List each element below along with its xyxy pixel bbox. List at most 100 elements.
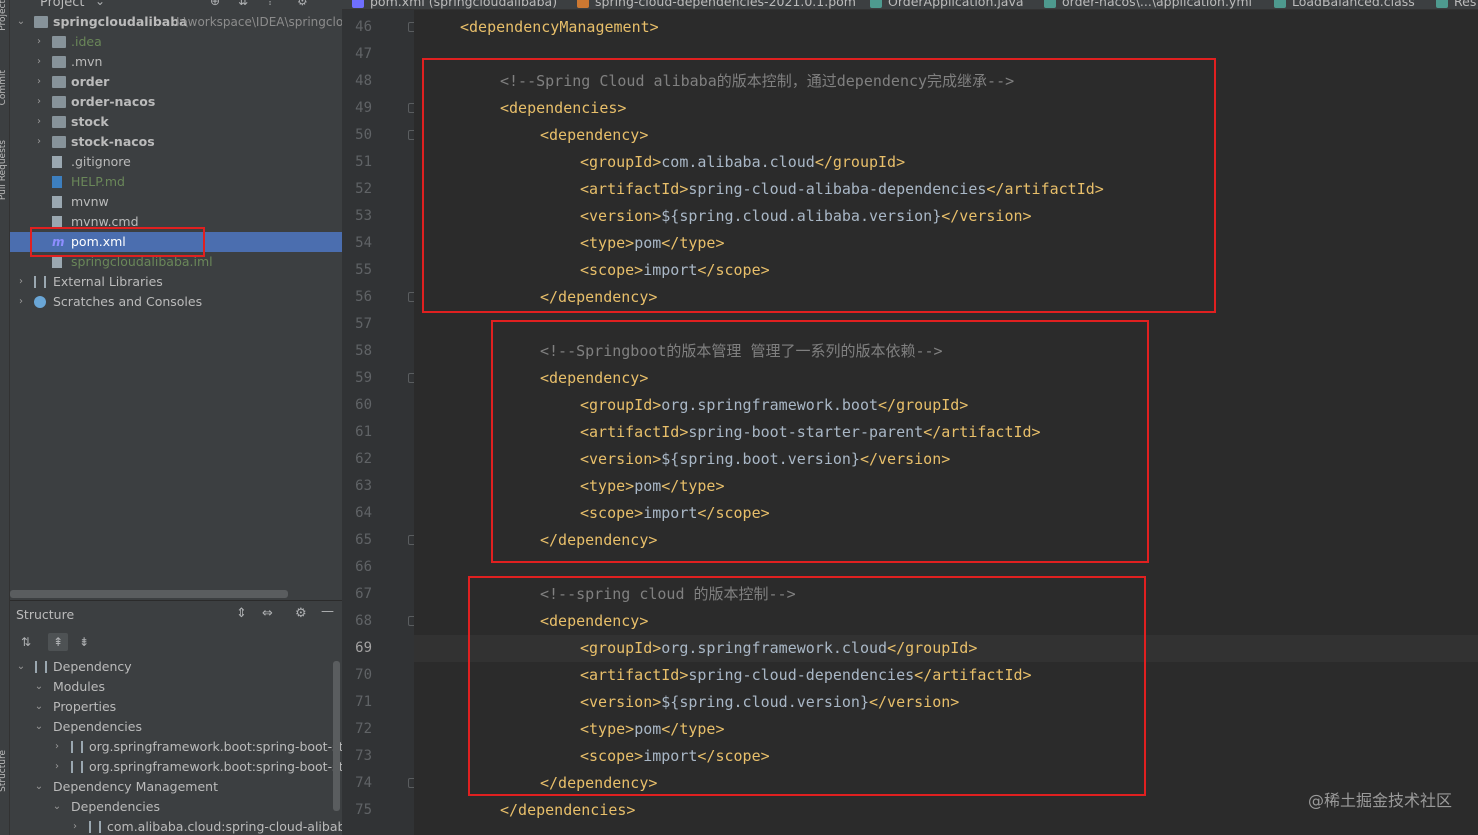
code-line[interactable]: <!--Spring Cloud alibaba的版本控制，通过dependen… <box>414 68 1478 95</box>
code-line[interactable]: <artifactId>spring-cloud-dependencies</a… <box>414 662 1478 689</box>
structure-tree-item[interactable]: ⌄ Properties <box>10 697 342 717</box>
vertical-scrollbar[interactable] <box>333 661 340 811</box>
code-line[interactable]: <version>${spring.cloud.alibaba.version}… <box>414 203 1478 230</box>
code-line[interactable]: <version>${spring.cloud.version}</versio… <box>414 689 1478 716</box>
editor-tab[interactable]: Res <box>1454 0 1476 9</box>
chevron-right-icon[interactable]: › <box>70 817 80 835</box>
code-line[interactable]: <scope>import</scope> <box>414 500 1478 527</box>
editor-tab[interactable]: order-nacos\...\application.yml <box>1062 0 1252 9</box>
code-line[interactable]: <dependency> <box>414 365 1478 392</box>
code-line[interactable]: <scope>import</scope> <box>414 257 1478 284</box>
editor-tab[interactable]: pom.xml (springcloudalibaba) <box>370 0 557 9</box>
structure-tool-tab[interactable]: Structure <box>0 750 8 792</box>
project-tree-item[interactable]: › External Libraries <box>10 272 342 292</box>
structure-tree-item[interactable]: ⌄ Dependencies <box>10 797 342 817</box>
chevron-down-icon[interactable]: ⌄ <box>16 657 26 677</box>
xml-text: org.springframework.boot <box>661 396 879 414</box>
structure-tree-item[interactable]: › org.springframework.boot:spring-boot-st… <box>10 737 342 757</box>
chevron-down-icon[interactable]: ⌄ <box>95 0 105 8</box>
pull-requests-tool-tab[interactable]: Pull Requests <box>0 140 8 200</box>
code-line[interactable]: <type>pom</type> <box>414 716 1478 743</box>
chevron-right-icon[interactable]: › <box>34 52 44 72</box>
code-line[interactable]: <dependency> <box>414 122 1478 149</box>
code-line[interactable]: <groupId>org.springframework.cloud</grou… <box>414 635 1478 662</box>
xml-tag: </artifactId> <box>914 666 1032 684</box>
gear-icon[interactable]: ⚙ <box>295 606 307 621</box>
project-tree-item[interactable]: springcloudalibaba.iml <box>10 252 342 272</box>
expand-icon[interactable]: ⇡ <box>265 0 275 8</box>
navigate-to-source-icon[interactable]: ⇟ <box>74 633 94 651</box>
navigate-from-source-icon[interactable]: ⇞ <box>48 633 68 651</box>
code-line[interactable] <box>414 311 1478 338</box>
code-line[interactable]: <!--spring cloud 的版本控制--> <box>414 581 1478 608</box>
project-tree-item[interactable]: HELP.md <box>10 172 342 192</box>
chevron-down-icon[interactable]: ⌄ <box>34 717 44 737</box>
chevron-down-icon[interactable]: ⌄ <box>16 12 26 32</box>
collapse-all-icon[interactable]: ⇔ <box>262 606 273 621</box>
locate-icon[interactable]: ⊕ <box>210 0 220 8</box>
project-tree-item[interactable]: m pom.xml <box>10 232 342 252</box>
structure-tree-item[interactable]: ⌄ Dependency <box>10 657 342 677</box>
structure-tree-item[interactable]: ⌄ Modules <box>10 677 342 697</box>
chevron-right-icon[interactable]: › <box>52 737 62 757</box>
structure-tree-item[interactable]: › com.alibaba.cloud:spring-cloud-alibaba-… <box>10 817 342 835</box>
code-line[interactable]: <dependencyManagement> <box>414 14 1478 41</box>
code-line[interactable] <box>414 41 1478 68</box>
editor-tab[interactable]: OrderApplication.java <box>888 0 1024 9</box>
code-line[interactable]: <dependency> <box>414 608 1478 635</box>
project-tree-item[interactable]: › stock <box>10 112 342 132</box>
code-line[interactable]: <version>${spring.boot.version}</version… <box>414 446 1478 473</box>
tree-root-row[interactable]: ⌄ springcloudalibaba I:\workspace\IDEA\s… <box>10 12 342 32</box>
gear-icon[interactable]: ⚙ <box>297 0 308 8</box>
project-panel-title[interactable]: Project <box>40 0 84 10</box>
chevron-down-icon[interactable]: ⌄ <box>34 677 44 697</box>
chevron-right-icon[interactable]: › <box>16 292 26 312</box>
project-tree-item[interactable]: › Scratches and Consoles <box>10 292 342 312</box>
code-editor[interactable]: </dependencies> </dependency> <scope>impor… <box>414 10 1478 835</box>
project-tree-item[interactable]: mvnw <box>10 192 342 212</box>
minimize-icon[interactable]: — <box>321 604 334 619</box>
chevron-right-icon[interactable]: › <box>34 92 44 112</box>
chevron-right-icon[interactable]: › <box>34 112 44 132</box>
structure-tree-item[interactable]: ⌄ Dependencies <box>10 717 342 737</box>
code-line[interactable]: <scope>import</scope> <box>414 743 1478 770</box>
code-line[interactable]: <dependencies> <box>414 95 1478 122</box>
code-line[interactable]: <groupId>org.springframework.boot</group… <box>414 392 1478 419</box>
code-line[interactable] <box>414 554 1478 581</box>
code-line[interactable]: </dependency> <box>414 527 1478 554</box>
chevron-right-icon[interactable]: › <box>34 72 44 92</box>
commit-tool-tab[interactable]: Commit <box>0 70 8 105</box>
chevron-right-icon[interactable]: › <box>34 132 44 152</box>
code-line[interactable]: <type>pom</type> <box>414 230 1478 257</box>
code-line[interactable]: <type>pom</type> <box>414 473 1478 500</box>
horizontal-scrollbar[interactable] <box>10 590 288 598</box>
project-tree-item[interactable]: mvnw.cmd <box>10 212 342 232</box>
code-line[interactable]: <!--Springboot的版本管理 管理了一系列的版本依赖--> <box>414 338 1478 365</box>
file-icon <box>52 216 62 228</box>
chevron-right-icon[interactable]: › <box>16 272 26 292</box>
chevron-right-icon[interactable]: › <box>52 757 62 777</box>
project-tree-item[interactable]: › order <box>10 72 342 92</box>
code-line[interactable]: </dependency> <box>414 284 1478 311</box>
project-tree-item[interactable]: › .mvn <box>10 52 342 72</box>
code-line[interactable]: <groupId>com.alibaba.cloud</groupId> <box>414 149 1478 176</box>
xml-tag: <dependency> <box>540 612 649 630</box>
sort-alpha-icon[interactable]: ⇅ <box>16 633 36 651</box>
project-tree-item[interactable]: › stock-nacos <box>10 132 342 152</box>
editor-tab[interactable]: spring-cloud-dependencies-2021.0.1.pom <box>595 0 856 9</box>
collapse-all-icon[interactable]: ⇊ <box>238 0 248 8</box>
project-tree-item[interactable]: .gitignore <box>10 152 342 172</box>
structure-tree-item[interactable]: ⌄ Dependency Management <box>10 777 342 797</box>
chevron-down-icon[interactable]: ⌄ <box>34 777 44 797</box>
code-line[interactable]: <artifactId>spring-boot-starter-parent</… <box>414 419 1478 446</box>
code-line[interactable]: <artifactId>spring-cloud-alibaba-depende… <box>414 176 1478 203</box>
editor-tab[interactable]: LoadBalanced.class <box>1292 0 1415 9</box>
chevron-down-icon[interactable]: ⌄ <box>52 797 62 817</box>
chevron-down-icon[interactable]: ⌄ <box>34 697 44 717</box>
structure-tree-item[interactable]: › org.springframework.boot:spring-boot-st… <box>10 757 342 777</box>
expand-all-icon[interactable]: ⇕ <box>236 606 247 621</box>
project-tool-tab[interactable]: Project <box>0 0 8 31</box>
project-tree-item[interactable]: › .idea <box>10 32 342 52</box>
project-tree-item[interactable]: › order-nacos <box>10 92 342 112</box>
chevron-right-icon[interactable]: › <box>34 32 44 52</box>
